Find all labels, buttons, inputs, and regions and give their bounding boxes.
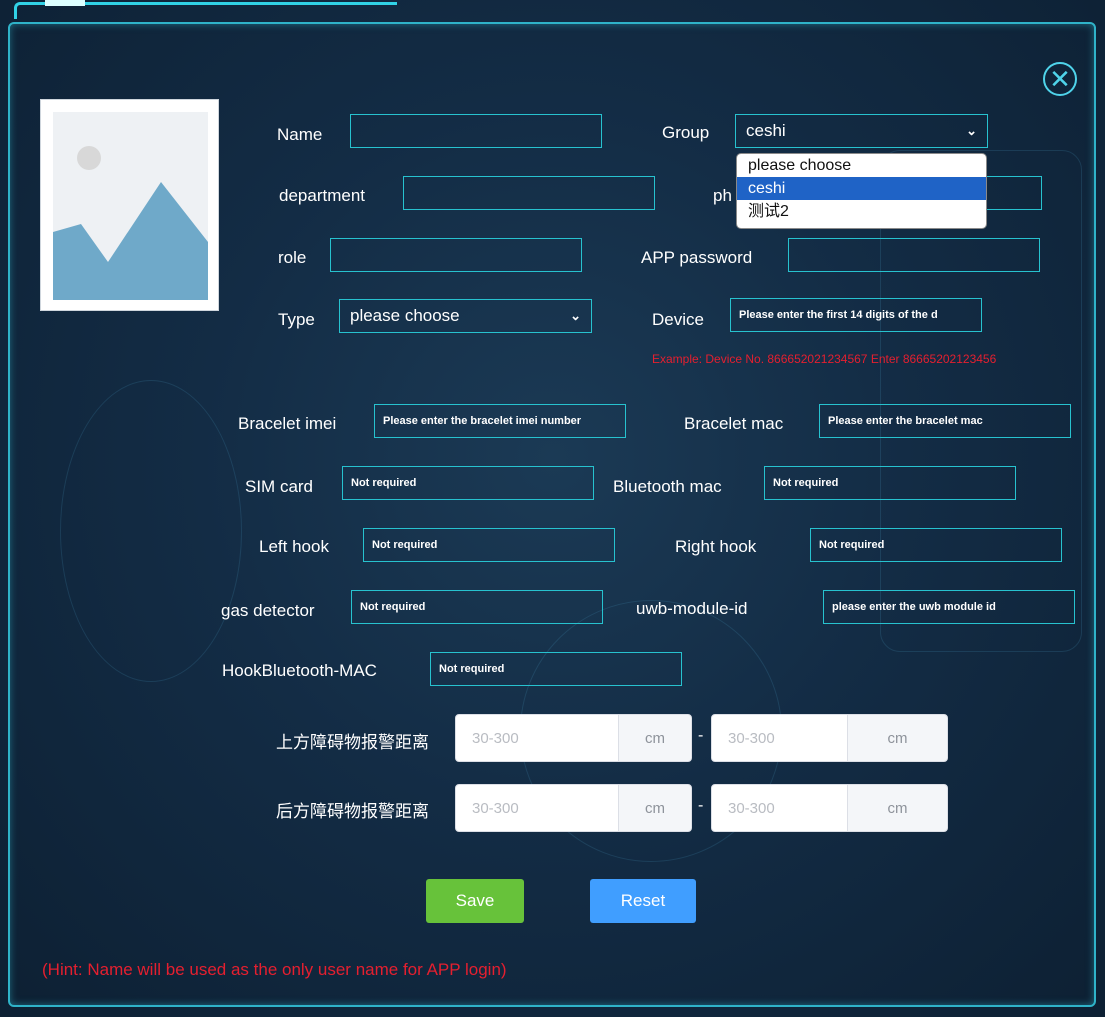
image-placeholder-icon bbox=[53, 112, 208, 300]
name-label: Name bbox=[277, 125, 323, 144]
upper-max-input[interactable]: 30-300 bbox=[711, 714, 848, 762]
role-input[interactable] bbox=[330, 238, 582, 272]
rear-min-unit: cm bbox=[618, 784, 692, 832]
app-password-label: APP password bbox=[641, 248, 753, 267]
group-option[interactable]: please choose bbox=[737, 154, 986, 177]
gas-detector-input[interactable]: Not required bbox=[351, 590, 603, 624]
app-password-input[interactable] bbox=[788, 238, 1040, 272]
group-option-selected[interactable]: ceshi bbox=[737, 177, 986, 200]
bracelet-mac-input[interactable]: Please enter the bracelet mac bbox=[819, 404, 1071, 438]
rear-max-input[interactable]: 30-300 bbox=[711, 784, 848, 832]
gas-detector-label: gas detector bbox=[221, 601, 315, 620]
chevron-down-icon: ⌄ bbox=[570, 308, 581, 323]
range-dash: - bbox=[698, 727, 704, 744]
uwb-module-label: uwb-module-id bbox=[636, 599, 748, 618]
rear-max-unit: cm bbox=[847, 784, 948, 832]
phone-label: ph bbox=[713, 186, 732, 205]
save-button[interactable]: Save bbox=[426, 879, 524, 923]
device-input[interactable]: Please enter the first 14 digits of the … bbox=[730, 298, 982, 332]
hook-bluetooth-mac-label: HookBluetooth-MAC bbox=[222, 661, 377, 680]
close-button[interactable]: ✕ bbox=[1043, 62, 1077, 96]
upper-obstacle-label: 上方障碍物报警距离 bbox=[276, 733, 429, 752]
type-label: Type bbox=[278, 310, 315, 329]
bluetooth-mac-label: Bluetooth mac bbox=[613, 477, 722, 496]
rear-obstacle-label: 后方障碍物报警距离 bbox=[276, 802, 429, 821]
login-hint: (Hint: Name will be used as the only use… bbox=[42, 960, 507, 979]
name-input[interactable] bbox=[350, 114, 602, 148]
sim-card-label: SIM card bbox=[245, 477, 314, 496]
right-hook-input[interactable]: Not required bbox=[810, 528, 1062, 562]
type-select-value: please choose bbox=[350, 306, 460, 325]
bracelet-imei-label: Bracelet imei bbox=[238, 414, 337, 433]
group-dropdown-list: please choose ceshi 测试2 bbox=[736, 153, 987, 229]
device-example: Example: Device No. 866652021234567 Ente… bbox=[652, 352, 997, 366]
bluetooth-mac-input[interactable]: Not required bbox=[764, 466, 1016, 500]
range-dash: - bbox=[698, 797, 704, 814]
bracelet-mac-label: Bracelet mac bbox=[684, 414, 784, 433]
upper-min-unit: cm bbox=[618, 714, 692, 762]
chevron-down-icon: ⌄ bbox=[966, 123, 977, 138]
role-label: role bbox=[278, 248, 307, 267]
department-label: department bbox=[279, 186, 365, 205]
right-hook-label: Right hook bbox=[675, 537, 757, 556]
group-select[interactable]: ceshi ⌄ bbox=[735, 114, 988, 148]
avatar-upload[interactable] bbox=[40, 99, 219, 311]
add-user-dialog: ✕ Name Group ceshi ⌄ department ph role … bbox=[0, 0, 1105, 1017]
rear-min-input[interactable]: 30-300 bbox=[455, 784, 619, 832]
close-icon: ✕ bbox=[1049, 64, 1071, 94]
bracelet-imei-input[interactable]: Please enter the bracelet imei number bbox=[374, 404, 626, 438]
group-select-value: ceshi bbox=[746, 121, 786, 140]
group-option[interactable]: 测试2 bbox=[737, 200, 986, 223]
device-label: Device bbox=[652, 310, 704, 329]
department-input[interactable] bbox=[403, 176, 655, 210]
uwb-module-input[interactable]: please enter the uwb module id bbox=[823, 590, 1075, 624]
type-select[interactable]: please choose ⌄ bbox=[339, 299, 592, 333]
left-hook-input[interactable]: Not required bbox=[363, 528, 615, 562]
upper-max-unit: cm bbox=[847, 714, 948, 762]
phone-input[interactable] bbox=[985, 176, 1042, 210]
reset-button[interactable]: Reset bbox=[590, 879, 696, 923]
frame-tab bbox=[45, 0, 85, 6]
upper-min-input[interactable]: 30-300 bbox=[455, 714, 619, 762]
sim-card-input[interactable]: Not required bbox=[342, 466, 594, 500]
hook-bluetooth-mac-input[interactable]: Not required bbox=[430, 652, 682, 686]
group-label: Group bbox=[662, 123, 710, 142]
left-hook-label: Left hook bbox=[259, 537, 329, 556]
